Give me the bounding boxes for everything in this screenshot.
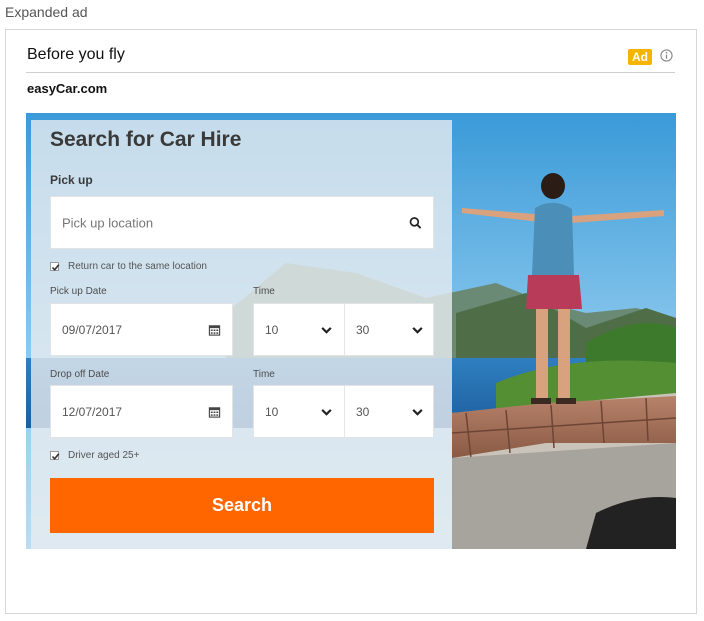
check-icon (51, 264, 60, 272)
pickup-minute-value: 30 (356, 322, 370, 337)
info-icon[interactable] (660, 49, 673, 62)
dropoff-date-field[interactable]: 12/07/2017 (50, 385, 233, 438)
chevron-down-icon (321, 326, 332, 334)
ad-creative[interactable]: Search for Car Hire Pick up Pick up loca… (26, 113, 676, 549)
pickup-date-field[interactable]: 09/07/2017 (50, 303, 233, 356)
chevron-down-icon (321, 408, 332, 416)
search-button[interactable]: Search (50, 478, 434, 533)
dropoff-date-value: 12/07/2017 (62, 404, 123, 419)
pickup-date-label: Pick up Date (50, 286, 107, 297)
expanded-ad-label: Expanded ad (5, 4, 88, 20)
ad-header: Before you fly Ad (26, 44, 675, 73)
car-hire-search-form: Search for Car Hire Pick up Pick up loca… (31, 120, 452, 549)
pickup-time-label: Time (253, 286, 275, 297)
dropoff-minute-value: 30 (356, 404, 370, 419)
pickup-date-value: 09/07/2017 (62, 322, 123, 337)
chevron-down-icon (412, 408, 423, 416)
pickup-time-select: 10 30 (253, 303, 434, 356)
dropoff-time-select: 10 30 (253, 385, 434, 438)
dropoff-date-label: Drop off Date (50, 369, 110, 380)
pickup-location-input[interactable]: Pick up location (50, 196, 434, 249)
driver-age-checkbox[interactable] (50, 451, 60, 461)
calendar-icon[interactable] (208, 405, 221, 418)
dropoff-hour-select[interactable]: 10 (254, 386, 344, 437)
return-same-location-label[interactable]: Return car to the same location (68, 261, 207, 272)
return-same-location-checkbox[interactable] (50, 262, 60, 272)
form-title: Search for Car Hire (50, 128, 242, 151)
pickup-hour-value: 10 (265, 322, 279, 337)
pickup-heading: Pick up (50, 173, 93, 187)
pickup-hour-select[interactable]: 10 (254, 304, 344, 355)
dropoff-time-label: Time (253, 369, 275, 380)
pickup-minute-select[interactable]: 30 (345, 304, 435, 355)
advertiser-name[interactable]: easyCar.com (27, 81, 107, 96)
dropoff-minute-select[interactable]: 30 (345, 386, 435, 437)
ad-headline[interactable]: Before you fly (27, 46, 125, 64)
chevron-down-icon (412, 326, 423, 334)
search-icon[interactable] (409, 216, 422, 229)
calendar-icon[interactable] (208, 323, 221, 336)
driver-age-label[interactable]: Driver aged 25+ (68, 450, 139, 461)
ad-badge: Ad (628, 49, 652, 65)
dropoff-hour-value: 10 (265, 404, 279, 419)
pickup-location-placeholder: Pick up location (62, 215, 154, 230)
ad-frame: Before you fly Ad easyCar.com Search for… (5, 29, 697, 614)
check-icon (51, 453, 60, 461)
